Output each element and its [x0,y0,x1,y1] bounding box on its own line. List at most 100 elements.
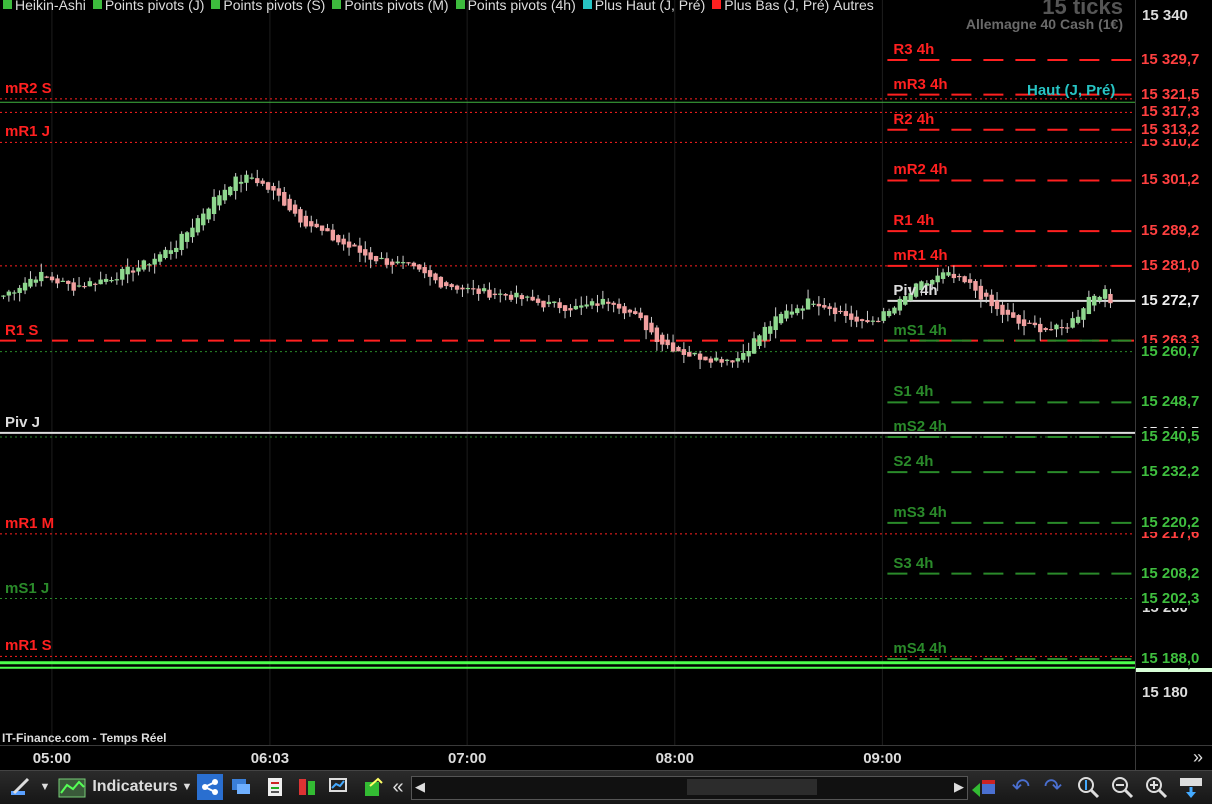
candle-body [1027,322,1032,324]
candle-body [784,310,789,319]
scrollbar[interactable]: ◀ ▶ [411,776,968,800]
candle-body [697,353,703,360]
candle-body [967,279,973,283]
candle-body [957,276,962,278]
candle-body [800,308,805,311]
chevron-down-icon[interactable]: ▼ [180,774,194,800]
candle-body [994,300,1000,310]
legend-item[interactable]: Autres [833,0,873,13]
candle-body [260,180,265,184]
price-tick: 15 180 [1142,683,1188,701]
candle-body [719,359,724,363]
candle-body [66,280,71,284]
draw-pencil-icon[interactable] [4,774,36,800]
candle-body [1032,322,1038,326]
candle-body [676,346,681,352]
candle-body [249,177,255,179]
zoom-out-icon[interactable] [1108,774,1136,800]
indicators-icon [58,778,86,798]
candle-body [195,218,201,233]
trading-icon[interactable] [294,774,320,800]
candle-body [211,196,217,215]
candle-body [303,215,309,227]
candle-body [228,186,233,196]
candle-body [989,294,994,307]
candle-body [606,301,611,304]
legend-item[interactable]: Points pivots (S) [208,0,325,13]
legend-item[interactable]: Plus Haut (J, Pré) [580,0,705,13]
legend-item[interactable]: Plus Bas (J, Pré) [709,0,829,13]
legend-label: Points pivots (J) [104,0,205,13]
candle-body [384,258,390,265]
chevron-down-icon[interactable]: ▼ [38,774,52,800]
indicators-button[interactable]: Indicateurs [56,774,180,800]
candle-body [76,285,82,287]
chart-area[interactable]: Heikin-Ashi Points pivots (J) Points pivot… [0,0,1135,745]
legend-item[interactable]: Points pivots (M) [329,0,449,13]
screen-chart-icon[interactable] [326,774,352,800]
candle-body [17,287,22,293]
candle-body [849,313,854,320]
expand-button[interactable]: » [1193,747,1203,768]
legend-item[interactable]: Points pivots (J) [90,0,205,13]
zoom-in-icon[interactable] [1142,774,1170,800]
candle-body [589,301,595,306]
time-axis[interactable]: 05:00 06:03 07:00 08:00 09:00 [0,745,1135,771]
level-label: Piv J [5,413,41,431]
level-label: mR1 M [5,514,55,532]
candle-body [741,353,746,360]
candle-body [692,352,697,355]
candle-body [940,272,946,279]
candle-body [1070,318,1075,328]
candle-body [60,280,66,282]
candle-body [681,349,687,355]
redo-icon[interactable]: ↷ [1040,774,1066,800]
order-list-icon[interactable] [262,774,288,800]
candle-body [265,182,271,190]
candle-body [730,360,735,363]
level-4h-label: mS3 4h [893,503,947,521]
export-icon[interactable] [360,774,386,800]
scrollbar-thumb[interactable] [687,779,817,795]
undo-icon[interactable]: ↶ [1008,774,1034,800]
candle-body [427,270,433,277]
candle-body [795,308,800,314]
candle-body [595,303,600,306]
candle-body [341,238,346,245]
price-axis[interactable]: 15 34015 18015 20015 319,715 187,115 317… [1135,0,1212,745]
candle-body [892,307,897,314]
candle-body [600,298,606,305]
zoom-fit-icon[interactable] [1074,774,1102,800]
candle-body [816,303,822,307]
arrow-left-icon[interactable]: ◀ [415,779,425,795]
candle-body [1,295,6,297]
candle-body [951,273,957,279]
legend-label: Points pivots (S) [223,0,326,13]
candle-body [325,228,330,232]
scroll-left-button[interactable]: « [388,774,408,800]
candle-body [271,185,276,191]
candle-body [508,294,514,300]
candle-body [1054,324,1059,330]
candle-body [233,176,238,191]
candle-body [330,229,336,241]
candle-body [638,312,643,319]
arrow-right-icon[interactable]: ▶ [954,779,964,795]
candle-body [357,245,363,253]
level-4h-label: S3 4h [893,554,934,572]
candle-body [751,338,757,354]
legend-item[interactable]: Heikin-Ashi [0,0,86,13]
candle-body [978,285,984,300]
candle-body [98,279,103,285]
candle-body [1059,326,1065,329]
legend-label: Plus Bas (J, Pré) [724,0,830,13]
legend-item[interactable]: Points pivots (4h) [453,0,576,13]
chat-icon[interactable] [228,774,254,800]
level-4h-label: mS4 4h [893,639,947,657]
calendar-icon[interactable] [970,774,998,800]
scale-down-icon[interactable] [1176,774,1206,800]
chart-svg [0,0,1135,745]
share-icon[interactable] [197,774,223,800]
time-tick: 05:00 [32,750,72,767]
candle-body [1097,296,1102,301]
